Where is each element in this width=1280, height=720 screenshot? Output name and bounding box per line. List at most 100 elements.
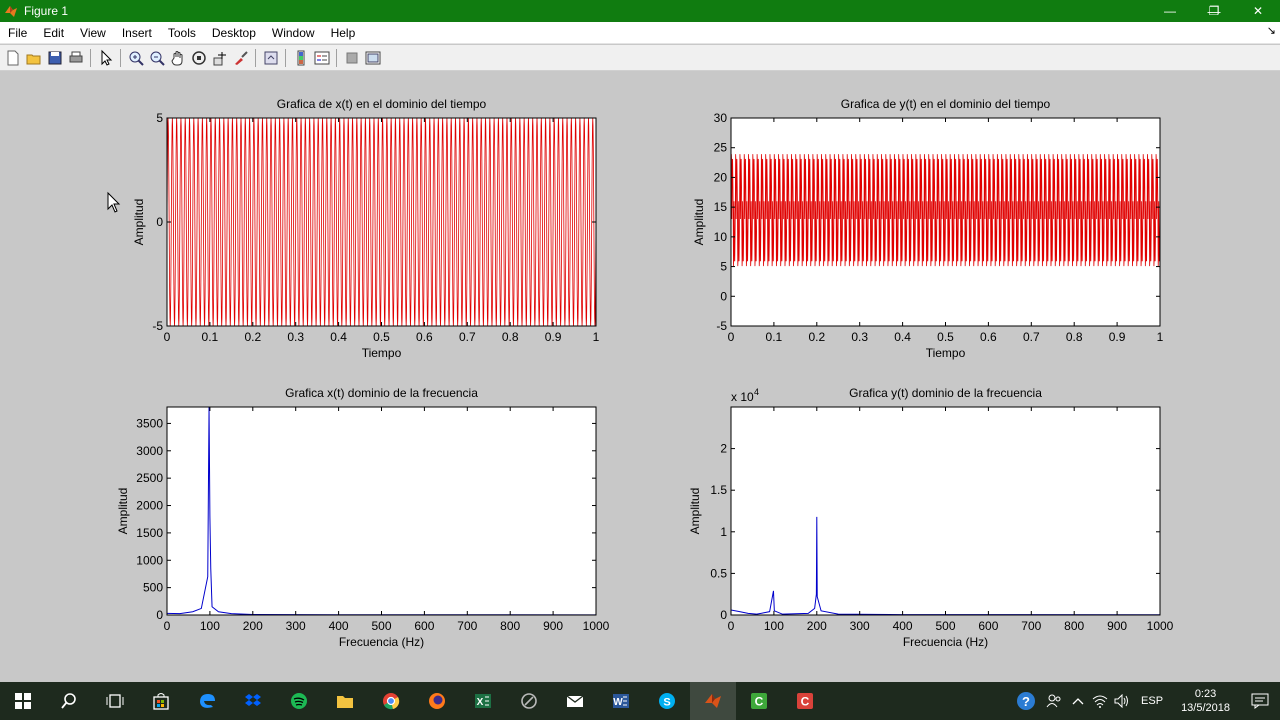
plot-area	[730, 406, 1161, 616]
menu-window[interactable]: Window	[264, 26, 323, 40]
save-icon[interactable]	[44, 47, 65, 68]
x-tick-label: 0.7	[459, 330, 476, 344]
x-tick-label: 700	[1021, 619, 1041, 633]
chart-title: Grafica x(t) dominio de la frecuencia	[285, 386, 478, 400]
windows-taskbar: X W S C C ? ESP 0:23 13/5/2018	[0, 682, 1280, 720]
toolbar-separator	[90, 48, 91, 67]
language-indicator[interactable]: ESP	[1141, 695, 1163, 707]
file-explorer-icon[interactable]	[322, 682, 368, 720]
menu-tools[interactable]: Tools	[160, 26, 204, 40]
y-tick-label: 1	[720, 525, 727, 539]
skype-icon[interactable]: S	[644, 682, 690, 720]
store-icon[interactable]	[138, 682, 184, 720]
x-tick-label: 0.6	[980, 330, 997, 344]
help-icon[interactable]: ?	[1011, 691, 1041, 711]
firefox-icon[interactable]	[414, 682, 460, 720]
svg-text:C: C	[801, 695, 810, 709]
excel-icon[interactable]: X	[460, 682, 506, 720]
start-icon[interactable]	[0, 682, 46, 720]
x-axis-label: Frecuencia (Hz)	[339, 635, 424, 649]
link-plot-icon[interactable]	[260, 47, 281, 68]
menu-bar: File Edit View Insert Tools Desktop Window Help…	[0, 22, 1280, 44]
word-icon[interactable]: W	[598, 682, 644, 720]
menu-edit[interactable]: Edit	[35, 26, 72, 40]
x-tick-label: 0	[728, 330, 735, 344]
y-tick-label: 2500	[136, 471, 163, 485]
pan-icon[interactable]	[167, 47, 188, 68]
x-tick-label: 0.5	[373, 330, 390, 344]
dropbox-icon[interactable]	[230, 682, 276, 720]
axes-1[interactable]: 0 0.1 0.2 0.3 0.4 0.5 0.6 0.7 0.8 0.9 1-505Grafica…	[132, 97, 600, 360]
x-tick-label: 0	[164, 330, 171, 344]
search-icon[interactable]	[46, 682, 92, 720]
axes-2[interactable]: 0 0.1 0.2 0.3 0.4 0.5 0.6 0.7 0.8 0.9 1-5051015202…	[692, 97, 1164, 360]
x-tick-label: 600	[414, 619, 434, 633]
x-tick-label: 700	[457, 619, 477, 633]
maximize-window-button[interactable]: ❐	[1192, 0, 1236, 22]
app-icon[interactable]	[506, 682, 552, 720]
zoom-in-icon[interactable]	[125, 47, 146, 68]
x-tick-label: 0	[728, 619, 735, 633]
x-tick-label: 500	[371, 619, 391, 633]
plot-area	[166, 406, 597, 616]
matlab-icon[interactable]	[690, 682, 736, 720]
menu-help[interactable]: Help	[323, 26, 364, 40]
people-icon[interactable]	[1041, 693, 1067, 709]
mouse-cursor-icon	[107, 191, 121, 213]
colorbar-icon[interactable]	[290, 47, 311, 68]
menu-view[interactable]: View	[72, 26, 114, 40]
show-plot-tools-icon[interactable]	[362, 47, 383, 68]
y-tick-label: 3500	[136, 416, 163, 430]
x-tick-label: 100	[764, 619, 784, 633]
x-tick-label: 900	[543, 619, 563, 633]
notifications-icon[interactable]	[1240, 693, 1280, 709]
x-tick-label: 0.1	[202, 330, 219, 344]
x-tick-label: 1000	[583, 619, 610, 633]
y-tick-label: 1000	[136, 553, 163, 567]
axes-4[interactable]: 0 100 200 300 400 500 600 700 800 900 1000 0 0.5 1 1.5…	[688, 386, 1174, 649]
x-tick-label: 300	[850, 619, 870, 633]
new-figure-icon[interactable]	[2, 47, 23, 68]
zoom-out-icon[interactable]	[146, 47, 167, 68]
y-tick-label: 5	[156, 111, 163, 125]
task-view-icon[interactable]	[92, 682, 138, 720]
edge-icon[interactable]	[184, 682, 230, 720]
camtasia-green-icon[interactable]: C	[736, 682, 782, 720]
svg-text:W: W	[613, 697, 623, 708]
x-tick-label: 0.7	[1023, 330, 1040, 344]
clock-date: 13/5/2018	[1181, 702, 1230, 714]
x-tick-label: 400	[893, 619, 913, 633]
x-tick-label: 0.2	[244, 330, 261, 344]
x-tick-label: 0.6	[416, 330, 433, 344]
y-tick-label: 0	[156, 215, 163, 229]
rotate-3d-icon[interactable]	[188, 47, 209, 68]
mail-icon[interactable]	[552, 682, 598, 720]
edit-plot-icon[interactable]	[95, 47, 116, 68]
y-tick-label: 25	[714, 141, 728, 155]
menu-desktop[interactable]: Desktop	[204, 26, 264, 40]
legend-icon[interactable]	[311, 47, 332, 68]
camtasia-red-icon[interactable]: C	[782, 682, 828, 720]
y-tick-label: 2000	[136, 499, 163, 513]
chevron-up-icon[interactable]	[1067, 697, 1089, 705]
brush-icon[interactable]	[230, 47, 251, 68]
chrome-icon[interactable]	[368, 682, 414, 720]
data-cursor-icon[interactable]	[209, 47, 230, 68]
clock[interactable]: 0:23 13/5/2018	[1181, 687, 1230, 715]
minimize-window-button[interactable]: —	[1148, 0, 1192, 22]
print-icon[interactable]	[65, 47, 86, 68]
x-tick-label: 500	[935, 619, 955, 633]
open-file-icon[interactable]	[23, 47, 44, 68]
x-tick-label: 200	[243, 619, 263, 633]
axes-3[interactable]: 0 100 200 300 400 500 600 700 800 900 1000 0 500 1000…	[116, 386, 610, 649]
menu-file[interactable]: File	[0, 26, 35, 40]
spotify-icon[interactable]	[276, 682, 322, 720]
menu-insert[interactable]: Insert	[114, 26, 160, 40]
close-window-button[interactable]: ✕	[1236, 0, 1280, 22]
toolbar-separator	[336, 48, 337, 67]
dock-figure-button[interactable]: ↘	[1267, 24, 1276, 37]
hide-plot-tools-icon[interactable]	[341, 47, 362, 68]
wifi-icon[interactable]	[1089, 694, 1111, 708]
volume-icon[interactable]	[1111, 694, 1133, 708]
y-tick-label: -5	[716, 319, 727, 333]
